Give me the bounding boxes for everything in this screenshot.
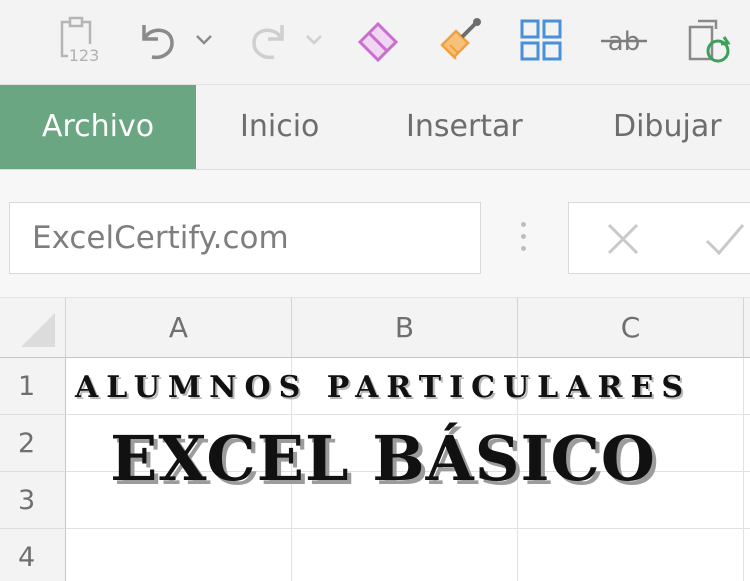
grid-layout-icon[interactable] — [516, 12, 566, 68]
gridline — [291, 358, 292, 581]
strikethrough-icon[interactable]: ab — [598, 12, 650, 68]
formula-buttons — [568, 202, 750, 274]
column-header-c[interactable]: C — [518, 298, 744, 358]
undo-dropdown-icon[interactable] — [192, 12, 216, 68]
check-icon[interactable] — [703, 217, 747, 265]
gridline — [517, 358, 518, 581]
copy-refresh-icon[interactable] — [684, 12, 734, 68]
row-header-3[interactable]: 3 — [0, 472, 66, 529]
undo-icon[interactable] — [132, 12, 182, 68]
row-header-4[interactable]: 4 — [0, 529, 66, 581]
ribbon-tabs: Archivo Inicio Insertar Dibujar — [0, 85, 750, 170]
tab-inicio[interactable]: Inicio — [240, 85, 319, 169]
close-icon[interactable] — [603, 217, 643, 265]
column-header-a[interactable]: A — [66, 298, 292, 358]
paste-values-icon[interactable]: 123 — [52, 12, 104, 68]
formula-bar: ExcelCertify.com — [0, 170, 750, 298]
gridline — [66, 414, 750, 415]
tab-insertar[interactable]: Insertar — [406, 85, 523, 169]
redo-dropdown-icon[interactable] — [302, 12, 326, 68]
spreadsheet-grid: A B C 1 2 3 4 — [0, 298, 750, 581]
row-header-1[interactable]: 1 — [0, 358, 66, 415]
gridline — [66, 471, 750, 472]
gridline — [743, 358, 744, 581]
eraser-icon[interactable] — [352, 12, 404, 68]
more-options-icon[interactable] — [516, 222, 530, 258]
paste-values-label: 123 — [69, 46, 100, 65]
tab-archivo[interactable]: Archivo — [0, 85, 196, 169]
quick-access-toolbar: 123 ab — [0, 0, 750, 85]
column-header-d[interactable] — [744, 298, 750, 358]
redo-icon[interactable] — [244, 12, 294, 68]
name-box[interactable]: ExcelCertify.com — [9, 202, 481, 274]
tab-dibujar[interactable]: Dibujar — [613, 85, 722, 169]
select-all-button[interactable] — [0, 298, 66, 358]
gridline — [66, 528, 750, 529]
row-header-2[interactable]: 2 — [0, 415, 66, 472]
format-painter-icon[interactable] — [434, 12, 488, 68]
column-header-b[interactable]: B — [292, 298, 518, 358]
